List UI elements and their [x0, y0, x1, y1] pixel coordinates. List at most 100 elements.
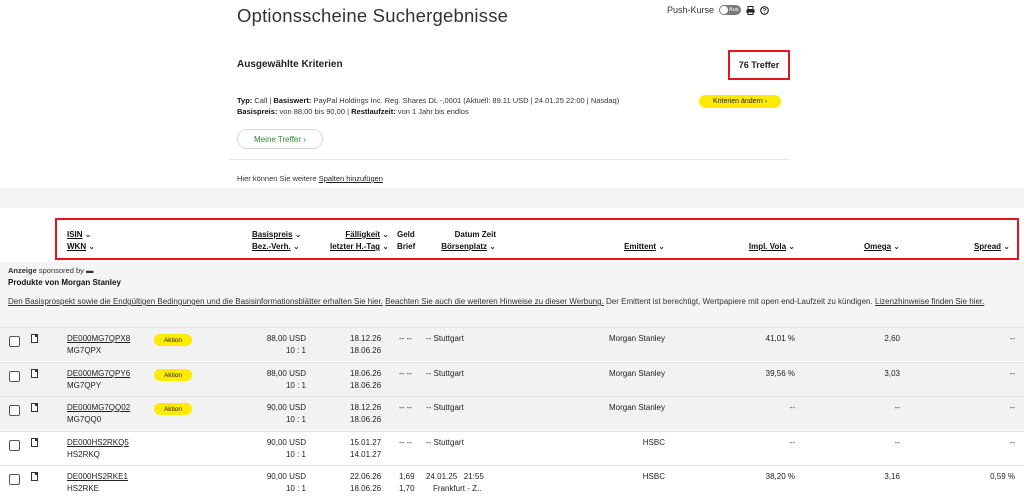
col-emittent-label[interactable]: Emittent [624, 242, 656, 251]
datum-zeit-value: -- Stuttgart [426, 403, 464, 412]
col-datum[interactable]: Datum Zeit Börsenplatz ⌄ [430, 229, 496, 253]
push-controls: Push-Kurse Aus ? [667, 5, 769, 15]
col-datum-label: Datum Zeit [454, 230, 496, 239]
spread-value: -- [1009, 403, 1015, 412]
basispreis-value: von 88,00 bis 90,00 [279, 107, 345, 116]
emittent-value: Morgan Stanley [608, 369, 665, 378]
basiswert-value: PayPal Holdings Inc. Reg. Shares DL -,00… [313, 96, 620, 105]
document-icon[interactable] [31, 369, 38, 378]
col-impl-vola[interactable]: Impl. Vola ⌄ [730, 241, 795, 253]
document-icon[interactable] [31, 334, 38, 343]
isin-link[interactable]: DE000HS2RKE1 [67, 471, 128, 483]
isin-link[interactable]: DE000MG7QQ02 [67, 402, 130, 414]
svg-text:?: ? [763, 8, 767, 14]
sponsor-text: Den Basisprospekt sowie die Endgültigen … [8, 296, 1008, 308]
col-emittent[interactable]: Emittent ⌄ [600, 241, 665, 253]
kuendigung-text: Der Emittent ist berechtigt, Wertpapiere… [606, 297, 873, 306]
anzeige-label: Anzeige [8, 266, 37, 275]
page-title: Optionsscheine Suchergebnisse [237, 5, 509, 26]
chevron-right-icon: › [764, 98, 768, 105]
sponsor-logo-icon: ▬ [85, 266, 94, 275]
spread-value: -- [1009, 369, 1015, 378]
basispreis-value: 88,00 USD [266, 369, 306, 378]
col-isin[interactable]: ISIN [67, 230, 83, 239]
col-boersenplatz-label[interactable]: Börsenplatz [441, 242, 487, 251]
datum-zeit-value: -- Stuttgart [426, 438, 464, 447]
faelligkeit-value: 22.06.26 [350, 472, 382, 481]
wkn-value: MG7QQ0 [67, 415, 102, 424]
treffer-text: 76 Treffer [738, 60, 780, 70]
emittent-value: Morgan Stanley [608, 334, 665, 343]
table-row: DE000HS2RKE1 HS2RKE 90,00 USD 10 : 1 22.06.2… [0, 465, 1024, 499]
emittent-value: HSBC [642, 438, 665, 447]
row-checkbox[interactable] [9, 405, 20, 416]
bezverh-value: 10 : 1 [285, 346, 306, 355]
letzter-htag-value: 14.01.27 [350, 450, 382, 459]
sponsor-section [0, 262, 1024, 327]
col-basispreis[interactable]: Basispreis ⌄ Bez.-Verh. ⌄ [252, 229, 301, 253]
geld-value: -- -- [399, 369, 412, 378]
col-basispreis-label[interactable]: Basispreis [252, 230, 292, 239]
omega-value: 2,60 [884, 334, 900, 343]
isin-link[interactable]: DE000HS2RKQ5 [67, 437, 129, 449]
row-checkbox[interactable] [9, 336, 20, 347]
impl-vola-value: 38,20 % [765, 472, 795, 481]
col-isin-wkn[interactable]: ISIN ⌄ WKN ⌄ [67, 229, 95, 253]
hinweise-link[interactable]: Beachten Sie auch die weiteren Hinweise … [385, 297, 604, 306]
brief-value: 1,70 [399, 484, 415, 493]
hint-text: Hier können Sie weitere [237, 174, 317, 183]
impl-vola-value: 39,56 % [765, 369, 795, 378]
col-spread[interactable]: Spread ⌄ [950, 241, 1010, 253]
impl-vola-value: 41,01 % [765, 334, 795, 343]
col-faelligkeit[interactable]: Fälligkeit ⌄ letzter H.-Tag ⌄ [317, 229, 389, 253]
letzter-htag-value: 18.06.26 [350, 381, 382, 390]
letzter-htag-value: 18.06.26 [350, 484, 382, 493]
change-criteria-button[interactable]: Kriterien ändern › [699, 95, 781, 108]
print-icon[interactable] [746, 5, 755, 15]
letzter-htag-value: 18.06.26 [350, 346, 382, 355]
document-icon[interactable] [31, 403, 38, 412]
row-checkbox[interactable] [9, 474, 20, 485]
col-wkn[interactable]: WKN [67, 242, 86, 251]
omega-value: 3,16 [884, 472, 900, 481]
row-checkbox[interactable] [9, 440, 20, 451]
col-omega[interactable]: Omega ⌄ [840, 241, 900, 253]
col-impl-vola-label[interactable]: Impl. Vola [749, 242, 786, 251]
divider [229, 159, 789, 160]
push-label: Push-Kurse [667, 5, 715, 15]
geld-value: 1,69 [399, 472, 415, 481]
wkn-value: MG7QPY [67, 381, 102, 390]
document-icon[interactable] [31, 472, 38, 481]
sponsor-label: Anzeige sponsored by ▬ [8, 266, 93, 275]
typ-value: Call [254, 96, 268, 105]
row-checkbox[interactable] [9, 371, 20, 382]
help-icon[interactable]: ? [760, 5, 769, 15]
aktion-badge: Aktion [154, 403, 192, 415]
treffer-count: 76 Treffer [728, 50, 790, 80]
change-criteria-label: Kriterien ändern [712, 98, 763, 105]
lizenz-link[interactable]: Lizenzhinweise finden Sie hier. [875, 297, 984, 306]
document-icon[interactable] [31, 438, 38, 447]
col-letzter-htag-label[interactable]: letzter H.-Tag [330, 242, 380, 251]
col-faelligkeit-label[interactable]: Fälligkeit [345, 230, 380, 239]
boersenplatz-value: Frankfurt - Z.. [433, 484, 482, 493]
criteria-summary: Typ: Call | Basiswert: PayPal Holdings I… [237, 96, 620, 116]
geld-value: -- -- [399, 438, 412, 447]
columns-hint: Hier können Sie weitere Spalten hinzufüg… [237, 174, 383, 183]
bezverh-value: 10 : 1 [285, 381, 306, 390]
meine-treffer-button[interactable]: Meine Treffer › [237, 129, 323, 149]
add-columns-link[interactable]: Spalten hinzufügen [319, 174, 383, 183]
col-bezverh-label[interactable]: Bez.-Verh. [252, 242, 291, 251]
isin-link[interactable]: DE000MG7QPY6 [67, 368, 130, 380]
table-row: DE000HS2RKQ5 HS2RKQ 90,00 USD 10 : 1 15.01.2… [0, 431, 1024, 465]
emittent-value: Morgan Stanley [608, 403, 665, 412]
wkn-value: HS2RKE [67, 484, 100, 493]
push-toggle[interactable]: Aus [719, 5, 742, 15]
prospekt-link[interactable]: Den Basisprospekt sowie die Endgültigen … [8, 297, 383, 306]
col-omega-label[interactable]: Omega [864, 242, 891, 251]
col-spread-label[interactable]: Spread [974, 242, 1001, 251]
spread-value: 0,59 % [990, 472, 1015, 481]
impl-vola-value: -- [789, 403, 795, 412]
datum-zeit-value: -- Stuttgart [426, 369, 464, 378]
isin-link[interactable]: DE000MG7QPX8 [67, 333, 130, 345]
